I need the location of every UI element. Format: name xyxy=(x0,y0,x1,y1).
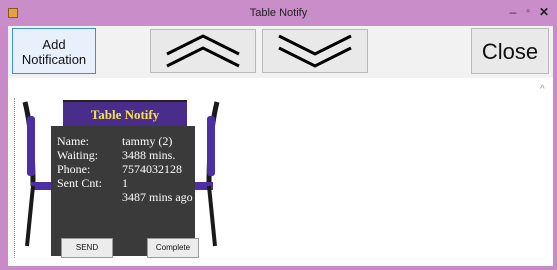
phone-value: 7574032128 xyxy=(122,162,182,176)
last-sent-value: 3487 mins ago xyxy=(122,190,193,204)
sent-count-value: 1 xyxy=(122,176,128,190)
close-button[interactable]: Close xyxy=(471,28,549,74)
waiting-value: 3488 mins. xyxy=(122,148,176,162)
window-title: Table Notify xyxy=(249,7,308,19)
chevron-up-icon xyxy=(166,34,240,68)
notification-card: Table Notify Name: tammy (2) Waiting: 34… xyxy=(17,96,225,258)
window-close-button[interactable]: ✕ xyxy=(535,4,553,22)
waiting-label: Waiting: xyxy=(57,148,99,162)
notification-list[interactable]: ^ Table Notify Name: tammy (2) Waiting: … xyxy=(8,78,553,266)
title-bar[interactable]: Table Notify – ▫ ✕ xyxy=(0,0,557,26)
chevron-down-icon xyxy=(278,34,352,68)
toolbar: Add Notification Close xyxy=(8,26,553,78)
name-value: tammy (2) xyxy=(122,134,173,148)
add-notification-button[interactable]: Add Notification xyxy=(12,28,96,74)
complete-button[interactable]: Complete xyxy=(147,238,199,258)
send-button[interactable]: SEND xyxy=(61,238,113,258)
app-window: Table Notify – ▫ ✕ Add Notification Clos… xyxy=(0,0,557,270)
sent-count-label: Sent Cnt: xyxy=(57,176,103,190)
minimize-button[interactable]: – xyxy=(505,4,521,22)
scroll-up-button[interactable] xyxy=(150,29,256,73)
maximize-button[interactable]: ▫ xyxy=(520,4,536,22)
scroll-up-arrow-icon[interactable]: ^ xyxy=(540,84,545,95)
name-label: Name: xyxy=(57,134,89,148)
phone-label: Phone: xyxy=(57,162,91,176)
info-board: Name: tammy (2) Waiting: 3488 mins. Phon… xyxy=(51,126,199,258)
table-sign: Table Notify xyxy=(63,100,187,128)
scroll-down-button[interactable] xyxy=(262,29,368,73)
